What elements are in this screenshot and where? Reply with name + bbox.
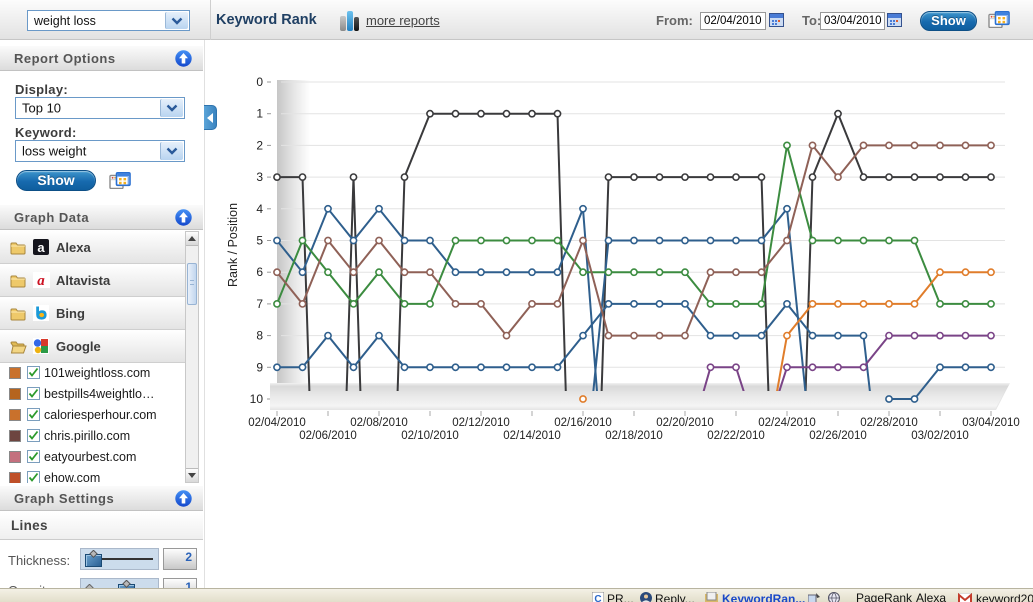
svg-text:6: 6 bbox=[256, 265, 263, 279]
svg-text:02/10/2010: 02/10/2010 bbox=[401, 430, 459, 442]
svg-text:3: 3 bbox=[256, 170, 263, 184]
svg-text:03/04/2010: 03/04/2010 bbox=[962, 417, 1020, 429]
svg-text:02/20/2010: 02/20/2010 bbox=[656, 417, 714, 429]
svg-text:02/04/2010: 02/04/2010 bbox=[248, 417, 306, 429]
svg-text:1: 1 bbox=[256, 107, 263, 121]
svg-text:02/06/2010: 02/06/2010 bbox=[299, 430, 357, 442]
svg-text:02/18/2010: 02/18/2010 bbox=[605, 430, 663, 442]
svg-text:02/26/2010: 02/26/2010 bbox=[809, 430, 867, 442]
svg-text:5: 5 bbox=[256, 234, 263, 248]
svg-text:02/28/2010: 02/28/2010 bbox=[860, 417, 918, 429]
svg-text:7: 7 bbox=[256, 297, 263, 311]
svg-text:02/24/2010: 02/24/2010 bbox=[758, 417, 816, 429]
svg-text:4: 4 bbox=[256, 202, 263, 216]
svg-text:a: a bbox=[37, 273, 45, 288]
svg-text:02/22/2010: 02/22/2010 bbox=[707, 430, 765, 442]
svg-text:2: 2 bbox=[256, 138, 263, 152]
svg-text:C: C bbox=[594, 594, 601, 602]
svg-text:10: 10 bbox=[250, 392, 264, 406]
svg-text:02/12/2010: 02/12/2010 bbox=[452, 417, 510, 429]
svg-text:02/16/2010: 02/16/2010 bbox=[554, 417, 612, 429]
svg-text:a: a bbox=[37, 240, 45, 255]
svg-text:8: 8 bbox=[256, 329, 263, 343]
svg-text:03/02/2010: 03/02/2010 bbox=[911, 430, 969, 442]
svg-text:0: 0 bbox=[256, 75, 263, 89]
svg-text:9: 9 bbox=[256, 360, 263, 374]
svg-text:Rank / Position: Rank / Position bbox=[226, 203, 240, 287]
svg-text:02/08/2010: 02/08/2010 bbox=[350, 417, 408, 429]
svg-text:02/14/2010: 02/14/2010 bbox=[503, 430, 561, 442]
